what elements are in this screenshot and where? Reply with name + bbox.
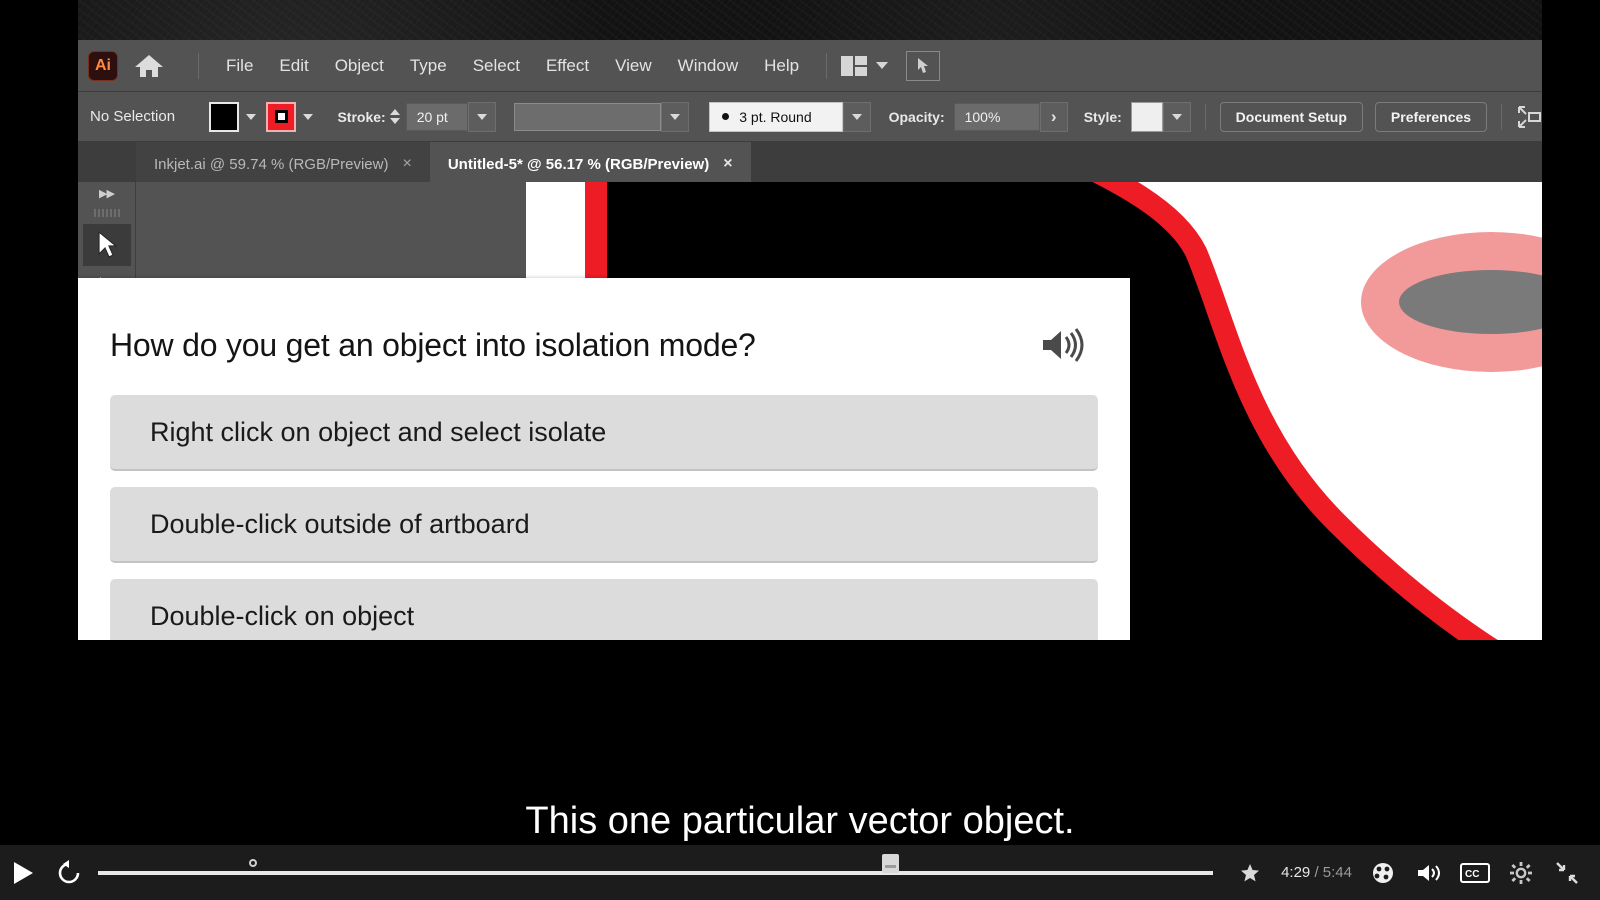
- caption-overlay: This one particular vector object.: [0, 800, 1600, 843]
- menu-help[interactable]: Help: [751, 51, 812, 81]
- stroke-chevron-down-icon[interactable]: [303, 114, 313, 120]
- settings-gear-icon[interactable]: [1498, 845, 1544, 900]
- replay-icon[interactable]: [46, 845, 92, 900]
- time-display: 4:29 / 5:44: [1273, 864, 1360, 881]
- close-icon[interactable]: ×: [402, 155, 411, 173]
- quiz-header: How do you get an object into isolation …: [78, 278, 1130, 368]
- workspace-divider: [826, 53, 827, 79]
- chapter-star-icon[interactable]: [1227, 845, 1273, 900]
- document-tab-untitled5[interactable]: Untitled-5* @ 56.17 % (RGB/Preview) ×: [430, 142, 751, 186]
- speaker-icon[interactable]: [1036, 322, 1088, 368]
- svg-text:CC: CC: [1465, 869, 1479, 880]
- progress-handle[interactable]: [882, 854, 899, 873]
- menu-edit[interactable]: Edit: [266, 51, 321, 81]
- stroke-color-swatch[interactable]: [266, 102, 296, 132]
- stroke-style-dropdown[interactable]: [661, 102, 689, 132]
- letterbox-left: [0, 0, 78, 845]
- menu-view[interactable]: View: [602, 51, 665, 81]
- video-player-bar: 4:29 / 5:44: [0, 845, 1600, 900]
- align-distribute-icon[interactable]: [1516, 104, 1542, 130]
- brush-profile-dropdown[interactable]: [843, 102, 871, 132]
- menu-type[interactable]: Type: [397, 51, 460, 81]
- fill-chevron-down-icon[interactable]: [246, 114, 256, 120]
- document-tab-label: Inkjet.ai @ 59.74 % (RGB/Preview): [154, 156, 388, 173]
- menu-divider: [198, 53, 199, 79]
- quiz-question: How do you get an object into isolation …: [110, 327, 756, 364]
- menu-object[interactable]: Object: [322, 51, 397, 81]
- workspace-switcher-icon[interactable]: [841, 56, 867, 76]
- menu-select[interactable]: Select: [460, 51, 533, 81]
- total-time: 5:44: [1323, 864, 1352, 881]
- time-separator: /: [1310, 864, 1323, 881]
- cc-icon[interactable]: CC: [1452, 845, 1498, 900]
- document-tab-inkjet[interactable]: Inkjet.ai @ 59.74 % (RGB/Preview) ×: [136, 142, 430, 186]
- menu-window[interactable]: Window: [665, 51, 751, 81]
- volume-icon[interactable]: [1406, 845, 1452, 900]
- style-label: Style:: [1084, 109, 1122, 125]
- collapse-panel-icon[interactable]: ▶▶: [78, 182, 135, 204]
- current-time: 4:29: [1281, 864, 1310, 881]
- document-tab-label: Untitled-5* @ 56.17 % (RGB/Preview): [448, 156, 709, 173]
- player-right-controls: 4:29 / 5:44: [1227, 845, 1600, 900]
- stroke-label: Stroke:: [337, 109, 385, 125]
- align-divider: [1501, 104, 1502, 130]
- video-frame: Ai File Edit Object Type Select Effect V…: [0, 0, 1600, 900]
- stroke-weight-field[interactable]: 20 pt: [406, 103, 468, 131]
- illustrator-logo-icon: Ai: [88, 51, 118, 81]
- menu-effect[interactable]: Effect: [533, 51, 602, 81]
- quiz-answer-option[interactable]: Double-click outside of artboard: [110, 487, 1098, 563]
- letterbox-right: [1542, 0, 1600, 845]
- graphic-style-dropdown[interactable]: [1163, 102, 1191, 132]
- panel-grip: [78, 204, 135, 222]
- home-icon[interactable]: [132, 51, 166, 81]
- quiz-answer-option[interactable]: Right click on object and select isolate: [110, 395, 1098, 471]
- stroke-weight-dropdown[interactable]: [468, 102, 496, 132]
- document-tab-strip: Inkjet.ai @ 59.74 % (RGB/Preview) × Unti…: [78, 142, 1542, 186]
- opacity-expand-button[interactable]: ›: [1040, 102, 1068, 132]
- preferences-button[interactable]: Preferences: [1375, 102, 1487, 132]
- touch-pointer-icon[interactable]: [906, 51, 940, 81]
- selection-tool[interactable]: [83, 224, 131, 266]
- close-icon[interactable]: ×: [723, 155, 732, 173]
- caption-text: This one particular vector object.: [525, 800, 1074, 842]
- control-bar: No Selection Stroke: 20 pt 3 pt. Round O…: [78, 92, 1542, 142]
- menu-bar: Ai File Edit Object Type Select Effect V…: [78, 40, 1542, 92]
- stroke-style-field[interactable]: [514, 103, 661, 131]
- graphic-style-swatch[interactable]: [1131, 102, 1163, 132]
- exit-fullscreen-icon[interactable]: [1544, 845, 1590, 900]
- workspace-chevron-down-icon[interactable]: [876, 62, 888, 69]
- stroke-weight-stepper[interactable]: [390, 109, 400, 124]
- document-setup-button[interactable]: Document Setup: [1220, 102, 1363, 132]
- chapter-marker[interactable]: [249, 859, 257, 867]
- opacity-field[interactable]: 100%: [954, 103, 1040, 131]
- brush-profile-field[interactable]: 3 pt. Round: [709, 102, 842, 132]
- brush-profile-value: 3 pt. Round: [739, 109, 811, 125]
- fill-color-swatch[interactable]: [209, 102, 239, 132]
- theater-icon[interactable]: [1360, 845, 1406, 900]
- brush-profile-dot-icon: [722, 113, 729, 120]
- selection-status: No Selection: [90, 108, 209, 125]
- progress-bar[interactable]: [98, 845, 1213, 900]
- menu-file[interactable]: File: [213, 51, 266, 81]
- opacity-label: Opacity:: [889, 109, 945, 125]
- progress-track[interactable]: [98, 871, 1213, 875]
- quiz-answer-list: Right click on object and select isolate…: [78, 368, 1130, 655]
- control-divider: [1205, 104, 1206, 130]
- play-icon[interactable]: [0, 845, 46, 900]
